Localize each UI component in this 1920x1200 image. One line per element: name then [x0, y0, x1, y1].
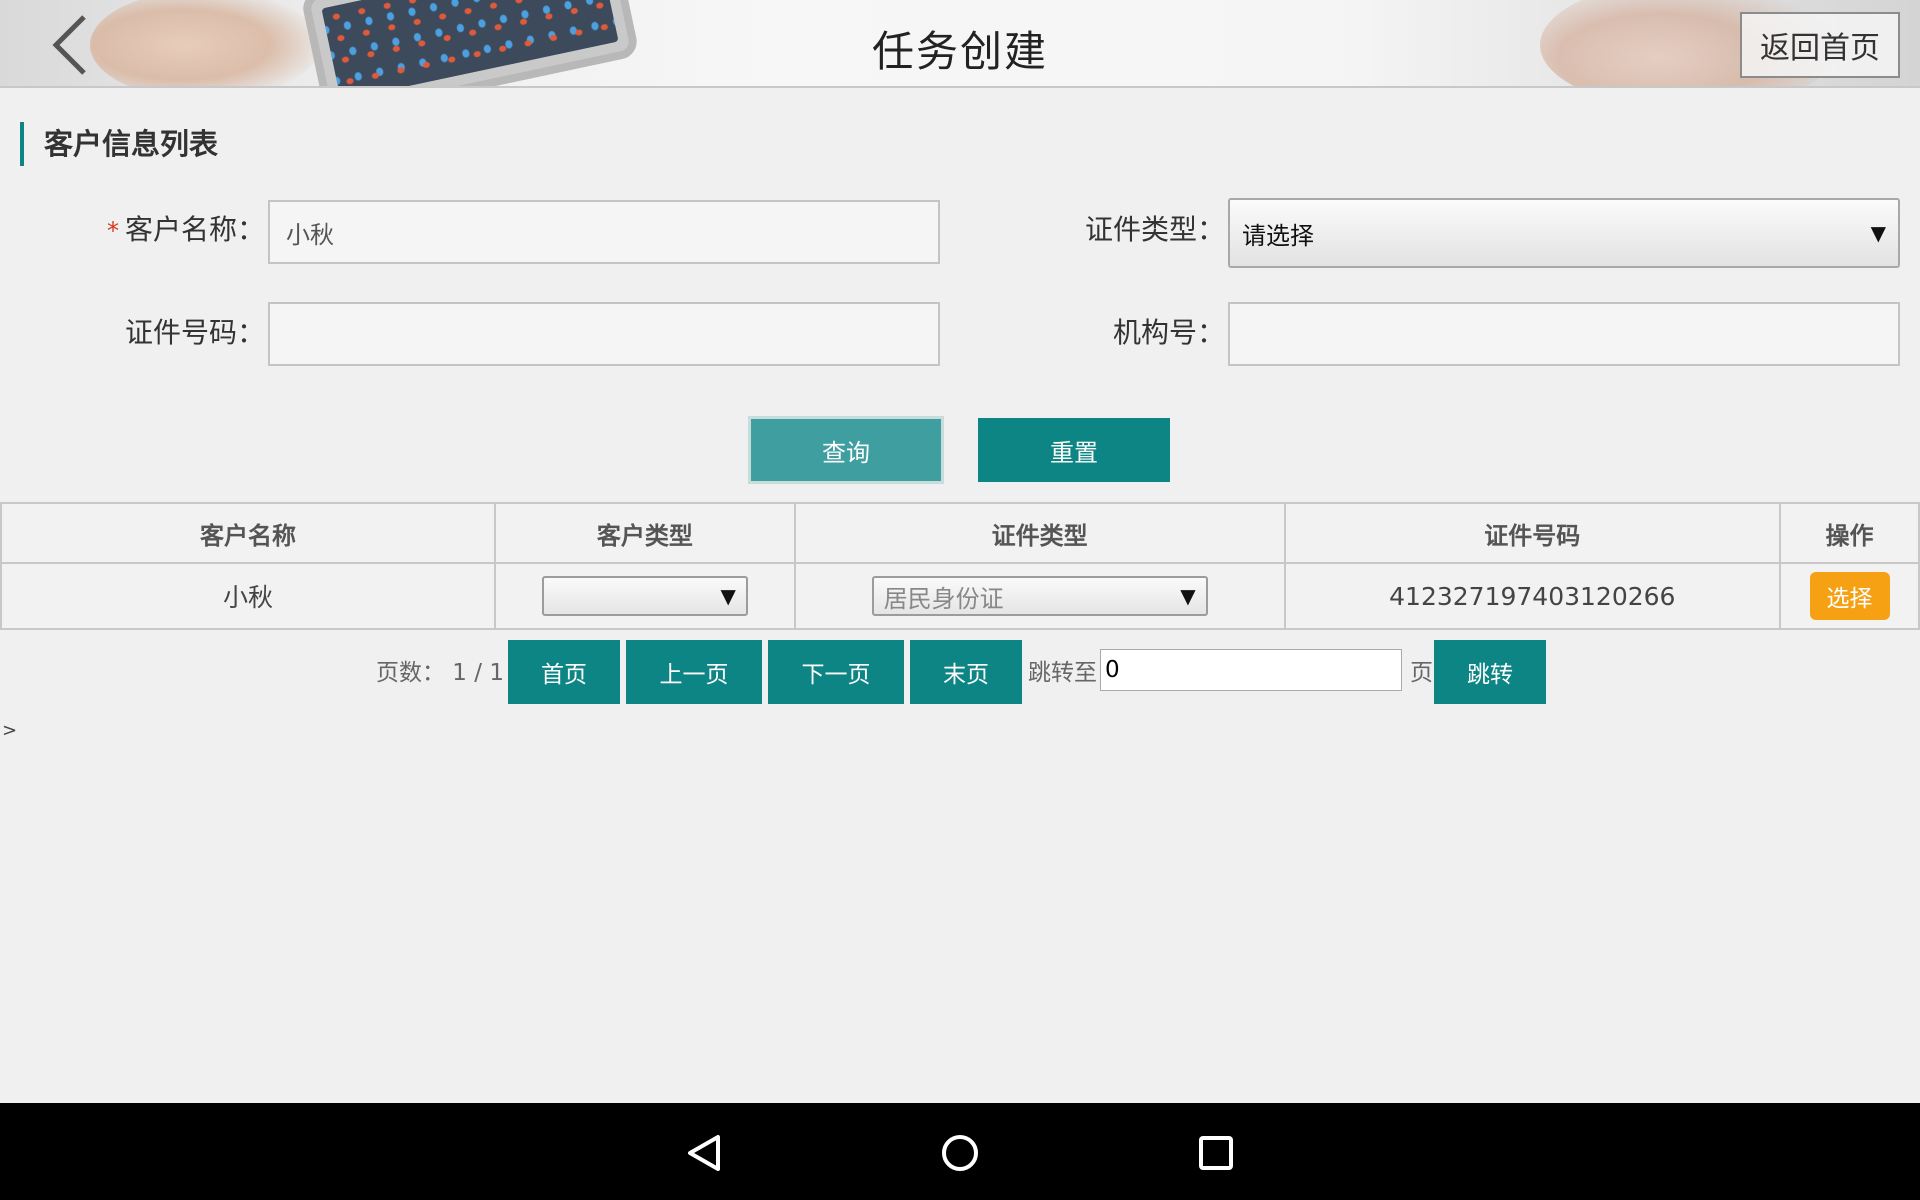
customer-name-input[interactable] — [268, 200, 940, 264]
cert-type-selected: 请选择 — [1242, 221, 1314, 250]
col-header-customer-name: 客户名称 — [0, 502, 497, 564]
next-page-button[interactable]: 下一页 — [768, 640, 904, 704]
cert-no-input[interactable] — [268, 302, 940, 366]
row-cert-type-selected: 居民身份证 — [883, 584, 1004, 613]
dropdown-caret-icon: ▼ — [1180, 584, 1196, 608]
system-nav-bar — [0, 1103, 1920, 1200]
col-header-customer-type: 客户类型 — [494, 502, 796, 564]
cell-customer-name: 小秋 — [0, 562, 497, 630]
page-info: 页数： 1 / 1 — [376, 660, 504, 686]
cell-action: 选择 — [1779, 562, 1920, 630]
app-header: 任务创建 返回首页 — [0, 0, 1920, 88]
jump-page-input[interactable] — [1100, 649, 1402, 691]
col-header-cert-no: 证件号码 — [1283, 502, 1782, 564]
back-triangle-icon — [688, 1135, 720, 1171]
query-button[interactable]: 查询 — [748, 416, 944, 484]
select-row-button[interactable]: 选择 — [1809, 572, 1890, 620]
chevron-left-icon — [52, 15, 86, 75]
row-cert-type-select[interactable]: 居民身份证 ▼ — [871, 576, 1208, 616]
dropdown-caret-icon: ▼ — [720, 584, 736, 608]
page-suffix-label: 页 — [1410, 660, 1433, 686]
last-page-button[interactable]: 末页 — [910, 640, 1022, 704]
cell-cert-type: 居民身份证 ▼ — [793, 562, 1286, 630]
customer-type-select[interactable]: ▼ — [541, 576, 748, 616]
recents-square-icon — [1199, 1136, 1233, 1170]
col-header-action: 操作 — [1779, 502, 1920, 564]
table-header-row: 客户名称 客户类型 证件类型 证件号码 操作 — [0, 502, 1920, 564]
jump-to-label: 跳转至 — [1028, 660, 1097, 686]
customer-name-label: * 客户名称： — [106, 213, 265, 246]
customer-table: 客户名称 客户类型 证件类型 证件号码 操作 小秋 ▼ 居民身份证 ▼ 4123… — [0, 502, 1920, 630]
reset-button[interactable]: 重置 — [978, 418, 1170, 482]
cell-customer-type: ▼ — [494, 562, 796, 630]
col-header-cert-type: 证件类型 — [793, 502, 1286, 564]
nav-home-button[interactable] — [930, 1123, 990, 1183]
dropdown-caret-icon: ▼ — [1870, 221, 1886, 245]
header-tablet-image — [299, 0, 641, 86]
jump-button[interactable]: 跳转 — [1434, 640, 1546, 704]
cert-type-label: 证件类型： — [1084, 213, 1225, 246]
first-page-button[interactable]: 首页 — [508, 640, 620, 704]
return-home-button[interactable]: 返回首页 — [1740, 12, 1900, 78]
prev-page-button[interactable]: 上一页 — [626, 640, 762, 704]
header-hand-image — [90, 0, 320, 86]
home-circle-icon — [942, 1135, 978, 1171]
org-no-label: 机构号： — [1112, 316, 1225, 349]
org-no-input[interactable] — [1228, 302, 1900, 366]
back-button[interactable] — [40, 10, 100, 80]
required-mark: * — [106, 217, 119, 245]
nav-back-button[interactable] — [674, 1123, 734, 1183]
cert-type-select[interactable]: 请选择 ▼ — [1228, 198, 1900, 268]
nav-recents-button[interactable] — [1186, 1123, 1246, 1183]
cert-no-label: 证件号码： — [124, 316, 265, 349]
cell-cert-no: 412327197403120266 — [1283, 562, 1782, 630]
section-title: 客户信息列表 — [20, 122, 218, 166]
table-row: 小秋 ▼ 居民身份证 ▼ 412327197403120266 选择 — [0, 562, 1920, 630]
stray-text: > — [2, 720, 18, 741]
